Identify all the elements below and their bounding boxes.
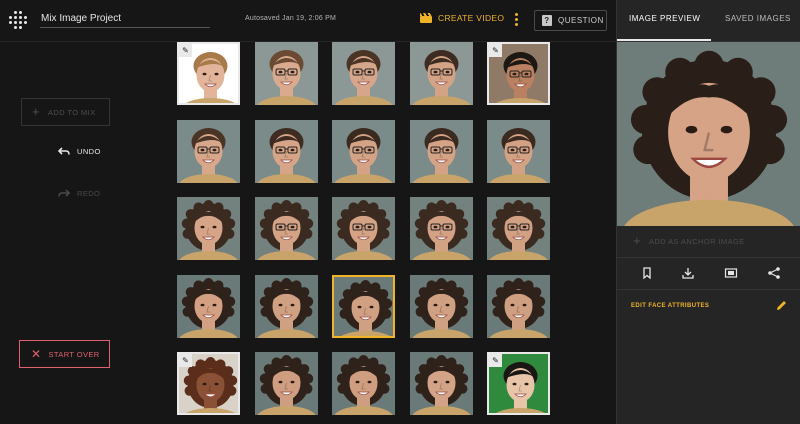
create-video-button[interactable]: CREATE VIDEO (420, 13, 504, 23)
undo-label: UNDO (77, 147, 101, 156)
pencil-icon[interactable]: ✎ (489, 354, 502, 367)
add-as-anchor-button[interactable]: + ADD AS ANCHOR IMAGE (633, 233, 745, 248)
share-icon[interactable] (767, 266, 781, 280)
create-video-label: CREATE VIDEO (438, 13, 505, 23)
face-tile[interactable] (254, 119, 318, 183)
close-x-icon: ✕ (31, 347, 42, 361)
face-tile[interactable]: ✎ (177, 42, 240, 105)
face-tile[interactable] (254, 274, 318, 338)
download-icon[interactable] (681, 266, 695, 280)
redo-button[interactable]: REDO (58, 189, 100, 198)
face-tile[interactable] (254, 352, 318, 415)
image-preview (617, 42, 800, 226)
face-tile[interactable] (332, 274, 395, 338)
redo-label: REDO (77, 189, 101, 198)
face-tile[interactable] (409, 42, 473, 105)
pencil-icon[interactable] (775, 299, 788, 312)
plus-icon: + (633, 233, 641, 248)
face-tile[interactable] (332, 352, 395, 415)
preview-actions (617, 262, 800, 284)
face-tile[interactable] (177, 119, 240, 183)
face-tile[interactable] (487, 197, 550, 260)
face-tile[interactable] (487, 119, 550, 183)
pencil-icon[interactable]: ✎ (489, 44, 502, 57)
face-tile[interactable]: ✎ (487, 352, 550, 415)
face-tile[interactable] (409, 274, 473, 338)
divider (617, 257, 800, 258)
face-tile[interactable] (177, 197, 240, 260)
top-bar: Mix Image Project Autosaved Jan 19, 2:06… (0, 0, 616, 42)
logo-icon[interactable] (9, 11, 27, 29)
question-mark-icon: ? (542, 15, 552, 26)
face-tile[interactable] (254, 197, 318, 260)
project-title-input[interactable]: Mix Image Project (40, 9, 210, 28)
pencil-icon[interactable]: ✎ (179, 354, 192, 367)
clapperboard-icon (420, 13, 432, 23)
bookmark-icon[interactable] (640, 266, 654, 280)
right-panel: IMAGE PREVIEW SAVED IMAGES + ADD AS ANCH… (616, 0, 800, 424)
face-tile[interactable] (487, 274, 550, 338)
autosave-status: Autosaved Jan 19, 2:06 PM (245, 15, 336, 22)
start-over-button[interactable]: ✕ START OVER (19, 340, 110, 368)
face-tile[interactable] (332, 197, 395, 260)
slideshow-icon[interactable] (724, 266, 738, 280)
tab-image-preview[interactable]: IMAGE PREVIEW (629, 14, 700, 23)
add-to-mix-button[interactable]: + ADD TO MIX (21, 98, 110, 126)
face-tile[interactable] (177, 274, 240, 338)
divider (617, 289, 800, 290)
face-tile[interactable] (332, 119, 395, 183)
question-label: QUESTION (558, 16, 604, 25)
face-tile[interactable] (409, 197, 473, 260)
add-as-anchor-label: ADD AS ANCHOR IMAGE (649, 236, 745, 246)
more-menu-icon[interactable] (515, 13, 519, 27)
redo-arrow-icon (58, 189, 70, 197)
face-tile[interactable] (254, 42, 318, 105)
undo-button[interactable]: UNDO (58, 147, 101, 156)
pencil-icon[interactable]: ✎ (179, 44, 192, 57)
face-tile[interactable] (409, 352, 473, 415)
question-button[interactable]: ? QUESTION (534, 10, 607, 31)
add-to-mix-label: ADD TO MIX (48, 107, 96, 117)
edit-face-attributes-link[interactable]: EDIT FACE ATTRIBUTES (631, 303, 709, 309)
face-tile[interactable]: ✎ (487, 42, 550, 105)
undo-arrow-icon (58, 147, 70, 155)
face-tile[interactable] (332, 42, 395, 105)
face-tile[interactable] (409, 119, 473, 183)
tab-saved-images[interactable]: SAVED IMAGES (725, 14, 791, 23)
plus-icon: + (32, 104, 40, 119)
start-over-label: START OVER (48, 349, 100, 359)
face-tile[interactable]: ✎ (177, 352, 240, 415)
